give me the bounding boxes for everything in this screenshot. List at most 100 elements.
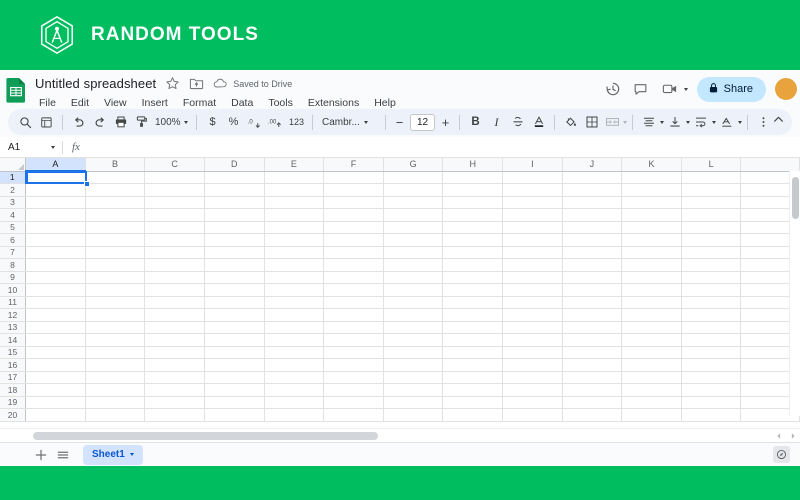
cell-I10[interactable] [502, 283, 563, 297]
cell-C1[interactable] [144, 171, 205, 184]
cell-D13[interactable] [204, 321, 265, 334]
explore-icon[interactable] [773, 446, 790, 463]
collapse-toolbar-icon[interactable] [771, 112, 786, 132]
cell-L3[interactable] [681, 196, 742, 209]
cell-E13[interactable] [264, 321, 325, 334]
cell-C2[interactable] [144, 183, 205, 197]
cell-G20[interactable] [383, 408, 444, 422]
column-header-f[interactable]: F [323, 158, 384, 172]
cell-G8[interactable] [383, 258, 444, 272]
cell-K18[interactable] [621, 383, 682, 397]
cell-F2[interactable] [323, 183, 384, 197]
cell-K11[interactable] [621, 296, 682, 309]
share-button[interactable]: Share [696, 76, 766, 102]
cell-J6[interactable] [562, 233, 623, 247]
cell-C20[interactable] [144, 408, 205, 422]
cell-E11[interactable] [264, 296, 325, 309]
fill-color-icon[interactable] [560, 112, 581, 133]
menu-edit[interactable]: Edit [69, 96, 91, 110]
cell-K20[interactable] [621, 408, 682, 422]
cell-E4[interactable] [264, 208, 325, 222]
cell-H6[interactable] [442, 233, 504, 247]
cell-F17[interactable] [323, 371, 384, 384]
add-sheet-icon[interactable] [30, 444, 52, 466]
vertical-scroll-thumb[interactable] [792, 177, 799, 219]
column-header-d[interactable]: D [204, 158, 265, 172]
row-header-19[interactable]: 19 [0, 396, 27, 409]
strikethrough-icon[interactable] [507, 112, 528, 133]
cell-I3[interactable] [502, 196, 563, 209]
version-history-icon[interactable] [600, 76, 626, 102]
cell-F3[interactable] [323, 196, 384, 209]
cell-I15[interactable] [502, 346, 563, 359]
cell-G11[interactable] [383, 296, 444, 309]
cell-G14[interactable] [383, 333, 444, 347]
cell-D9[interactable] [204, 271, 265, 284]
cell-F16[interactable] [323, 358, 384, 372]
row-header-10[interactable]: 10 [0, 283, 27, 297]
cell-J11[interactable] [562, 296, 623, 309]
cell-G1[interactable] [383, 171, 444, 184]
cell-I14[interactable] [502, 333, 563, 347]
cell-J3[interactable] [562, 196, 623, 209]
cell-J20[interactable] [562, 408, 623, 422]
cell-K15[interactable] [621, 346, 682, 359]
cell-J7[interactable] [562, 246, 623, 259]
cell-B19[interactable] [85, 396, 146, 409]
cell-G4[interactable] [383, 208, 444, 222]
cell-J1[interactable] [562, 171, 623, 184]
menu-view[interactable]: View [102, 96, 129, 110]
row-header-20[interactable]: 20 [0, 408, 27, 422]
cell-A18[interactable] [25, 383, 86, 397]
cell-H5[interactable] [442, 221, 504, 234]
cell-D18[interactable] [204, 383, 265, 397]
cell-K14[interactable] [621, 333, 682, 347]
cell-K19[interactable] [621, 396, 682, 409]
cell-K5[interactable] [621, 221, 682, 234]
star-icon[interactable] [165, 76, 180, 91]
cell-D12[interactable] [204, 308, 265, 322]
cell-I12[interactable] [502, 308, 563, 322]
column-header-i[interactable]: I [502, 158, 563, 172]
text-rotation-icon[interactable] [716, 112, 737, 133]
search-icon[interactable] [15, 112, 36, 133]
cell-I19[interactable] [502, 396, 563, 409]
cell-K10[interactable] [621, 283, 682, 297]
cell-I1[interactable] [502, 171, 563, 184]
cell-E17[interactable] [264, 371, 325, 384]
cell-L15[interactable] [681, 346, 742, 359]
font-family-select[interactable]: Cambr... [318, 112, 380, 132]
cell-H12[interactable] [442, 308, 504, 322]
row-header-16[interactable]: 16 [0, 358, 27, 372]
font-size-increase-button[interactable]: + [437, 114, 454, 131]
column-header-k[interactable]: K [621, 158, 682, 172]
cell-C6[interactable] [144, 233, 205, 247]
merge-caret-icon[interactable] [623, 120, 627, 124]
cell-G6[interactable] [383, 233, 444, 247]
cell-J19[interactable] [562, 396, 623, 409]
cell-J16[interactable] [562, 358, 623, 372]
cell-J8[interactable] [562, 258, 623, 272]
column-header-m[interactable] [740, 158, 800, 172]
cell-B10[interactable] [85, 283, 146, 297]
cell-E2[interactable] [264, 183, 325, 197]
text-wrap-icon[interactable] [690, 112, 711, 133]
cell-J18[interactable] [562, 383, 623, 397]
cell-D17[interactable] [204, 371, 265, 384]
cell-E12[interactable] [264, 308, 325, 322]
cell-K7[interactable] [621, 246, 682, 259]
scroll-right-icon[interactable] [787, 430, 798, 441]
cell-H10[interactable] [442, 283, 504, 297]
row-header-13[interactable]: 13 [0, 321, 27, 334]
menu-extensions[interactable]: Extensions [306, 96, 361, 110]
cell-B17[interactable] [85, 371, 146, 384]
cell-J14[interactable] [562, 333, 623, 347]
cell-D1[interactable] [204, 171, 265, 184]
cell-F8[interactable] [323, 258, 384, 272]
cell-L1[interactable] [681, 171, 742, 184]
cell-L10[interactable] [681, 283, 742, 297]
row-header-11[interactable]: 11 [0, 296, 27, 309]
cell-K9[interactable] [621, 271, 682, 284]
selection-fill-handle[interactable] [84, 180, 90, 187]
cell-K16[interactable] [621, 358, 682, 372]
